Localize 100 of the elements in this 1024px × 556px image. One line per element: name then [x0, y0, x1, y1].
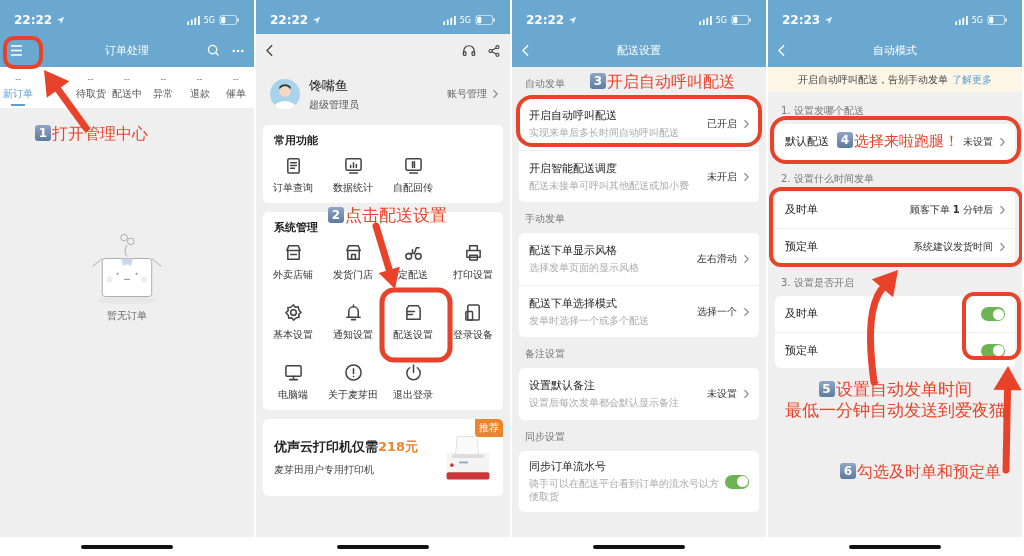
- step-badge: 2: [328, 207, 344, 223]
- signal-icon: [186, 15, 200, 25]
- toggle-switch[interactable]: [981, 307, 1005, 321]
- row-subtitle: 设置后每次发单都会默认显示备注: [529, 396, 679, 409]
- section-title: 系统管理: [273, 220, 319, 235]
- profile-role: 超级管理员: [309, 97, 360, 112]
- menu-icon[interactable]: [10, 45, 23, 56]
- section-label: 备注设置: [524, 347, 566, 361]
- signal-icon: [442, 15, 456, 25]
- menu-item[interactable]: 退出登录: [393, 359, 433, 406]
- gear-icon: [283, 303, 303, 322]
- battery-icon: [731, 15, 752, 25]
- section-label: 2. 设置什么时间发单: [780, 172, 875, 186]
- row-value: 选择一个: [697, 304, 737, 319]
- account-link[interactable]: 账号管理: [447, 87, 498, 101]
- promo-subtitle: 麦芽田用户专用打印机: [274, 463, 375, 477]
- menu-item[interactable]: 通知设置: [333, 299, 373, 346]
- section-label: 手动发单: [524, 212, 566, 226]
- tray-icon: [403, 303, 423, 322]
- toggle-switch[interactable]: [725, 474, 749, 489]
- menu-item[interactable]: 关于麦芽田: [328, 359, 378, 406]
- row-subtitle: 选择发单页面的显示风格: [529, 261, 639, 274]
- highlight-frame: [962, 292, 1021, 360]
- tab[interactable]: -- 待取货: [72, 67, 109, 108]
- monitor-icon: [403, 156, 423, 175]
- computer-icon: [283, 363, 303, 382]
- chevron-icon: [743, 119, 749, 129]
- promo-title: 优声云打印机仅需: [274, 439, 378, 454]
- callout-text: 最低一分钟自动发送到爱夜猫: [784, 400, 1006, 420]
- location-icon: [56, 15, 66, 25]
- devices-icon: [463, 303, 483, 322]
- network-type: 5G: [971, 15, 983, 25]
- status-time: 22:22: [270, 13, 309, 27]
- row-value: 未设置: [963, 135, 993, 149]
- status-time: 22:22: [14, 13, 53, 27]
- row-value: 系统建议发货时间: [913, 239, 993, 254]
- avatar-icon: [270, 79, 300, 109]
- menu-item[interactable]: 基本设置: [273, 299, 313, 346]
- menu-item[interactable]: 订单查询: [273, 152, 313, 199]
- printer-icon: [463, 243, 483, 262]
- chevron-icon: [743, 389, 749, 399]
- tab[interactable]: -- 新订单: [0, 67, 37, 108]
- menu-item[interactable]: 配送设置: [393, 299, 433, 346]
- screen-title: 配送设置: [617, 43, 661, 58]
- callout-text: 点击配送设置: [345, 205, 447, 225]
- section-label: 自动发单: [524, 77, 566, 91]
- chevron-icon: [743, 254, 749, 264]
- row-value: 左右滑动: [697, 252, 737, 266]
- headset-icon[interactable]: [462, 43, 476, 58]
- row-value: 未设置: [707, 387, 737, 401]
- menu-item[interactable]: 自配回传: [393, 152, 433, 199]
- row-title: 配送下单显示风格: [529, 244, 617, 258]
- screen-title: 自动模式: [873, 43, 917, 58]
- row-title: 设置默认备注: [529, 379, 595, 393]
- chevron-icon: [999, 205, 1005, 215]
- tab[interactable]: -- 退款: [181, 67, 218, 108]
- more-icon[interactable]: [232, 48, 244, 53]
- row-title: 及时单: [785, 203, 818, 217]
- menu-item[interactable]: 发货门店: [333, 239, 373, 286]
- section-label: 同步设置: [524, 430, 566, 444]
- status-time: 22:22: [526, 13, 565, 27]
- battery-icon: [475, 15, 496, 25]
- row-title: 预定单: [785, 343, 818, 358]
- battery-icon: [987, 15, 1008, 25]
- row-title: 开启智能配送调度: [529, 161, 617, 176]
- battery-icon: [219, 15, 240, 25]
- status-time: 22:23: [782, 13, 821, 27]
- promo-price: 218元: [378, 439, 419, 454]
- menu-item[interactable]: 登录设备: [453, 299, 493, 346]
- share-icon[interactable]: [488, 44, 500, 57]
- search-icon[interactable]: [207, 44, 220, 57]
- back-icon[interactable]: [266, 44, 273, 57]
- tab[interactable]: -- 异常: [145, 67, 182, 108]
- tab[interactable]: -- 配送中: [108, 67, 146, 108]
- menu-item[interactable]: 外卖店铺: [273, 239, 313, 286]
- tab[interactable]: -- 催单: [217, 67, 254, 108]
- network-type: 5G: [459, 15, 471, 25]
- step-badge: 5: [818, 381, 835, 397]
- notice-text: 开启自动呼叫配送，告别手动发单: [798, 72, 948, 87]
- step-badge: 1: [35, 125, 51, 141]
- menu-item[interactable]: 数据统计: [333, 152, 373, 199]
- location-icon: [312, 15, 322, 25]
- chevron-icon: [999, 241, 1005, 252]
- toggle-switch[interactable]: [981, 343, 1005, 358]
- step-badge: 3: [590, 73, 606, 89]
- signal-icon: [954, 15, 968, 25]
- info-icon: [343, 363, 363, 382]
- menu-item[interactable]: 打印设置: [453, 239, 493, 286]
- highlight-frame: [3, 36, 43, 69]
- callout-text: 选择来啦跑腿！: [854, 132, 959, 150]
- step-badge: 4: [837, 132, 853, 148]
- menu-item[interactable]: 定配送: [398, 239, 428, 286]
- row-title: 预定单: [785, 239, 818, 254]
- row-title: 配送下单选择模式: [529, 296, 617, 311]
- promo-badge: 推荐: [475, 419, 503, 437]
- menu-item[interactable]: 电脑端: [278, 359, 308, 406]
- row-title: 及时单: [785, 307, 818, 321]
- profile-name: 馋嘴鱼: [309, 76, 349, 95]
- row-subtitle: 骑手可以在配送平台看到订单的流水号以方便取货: [529, 477, 719, 503]
- section-label: 3. 设置是否开启: [780, 276, 855, 290]
